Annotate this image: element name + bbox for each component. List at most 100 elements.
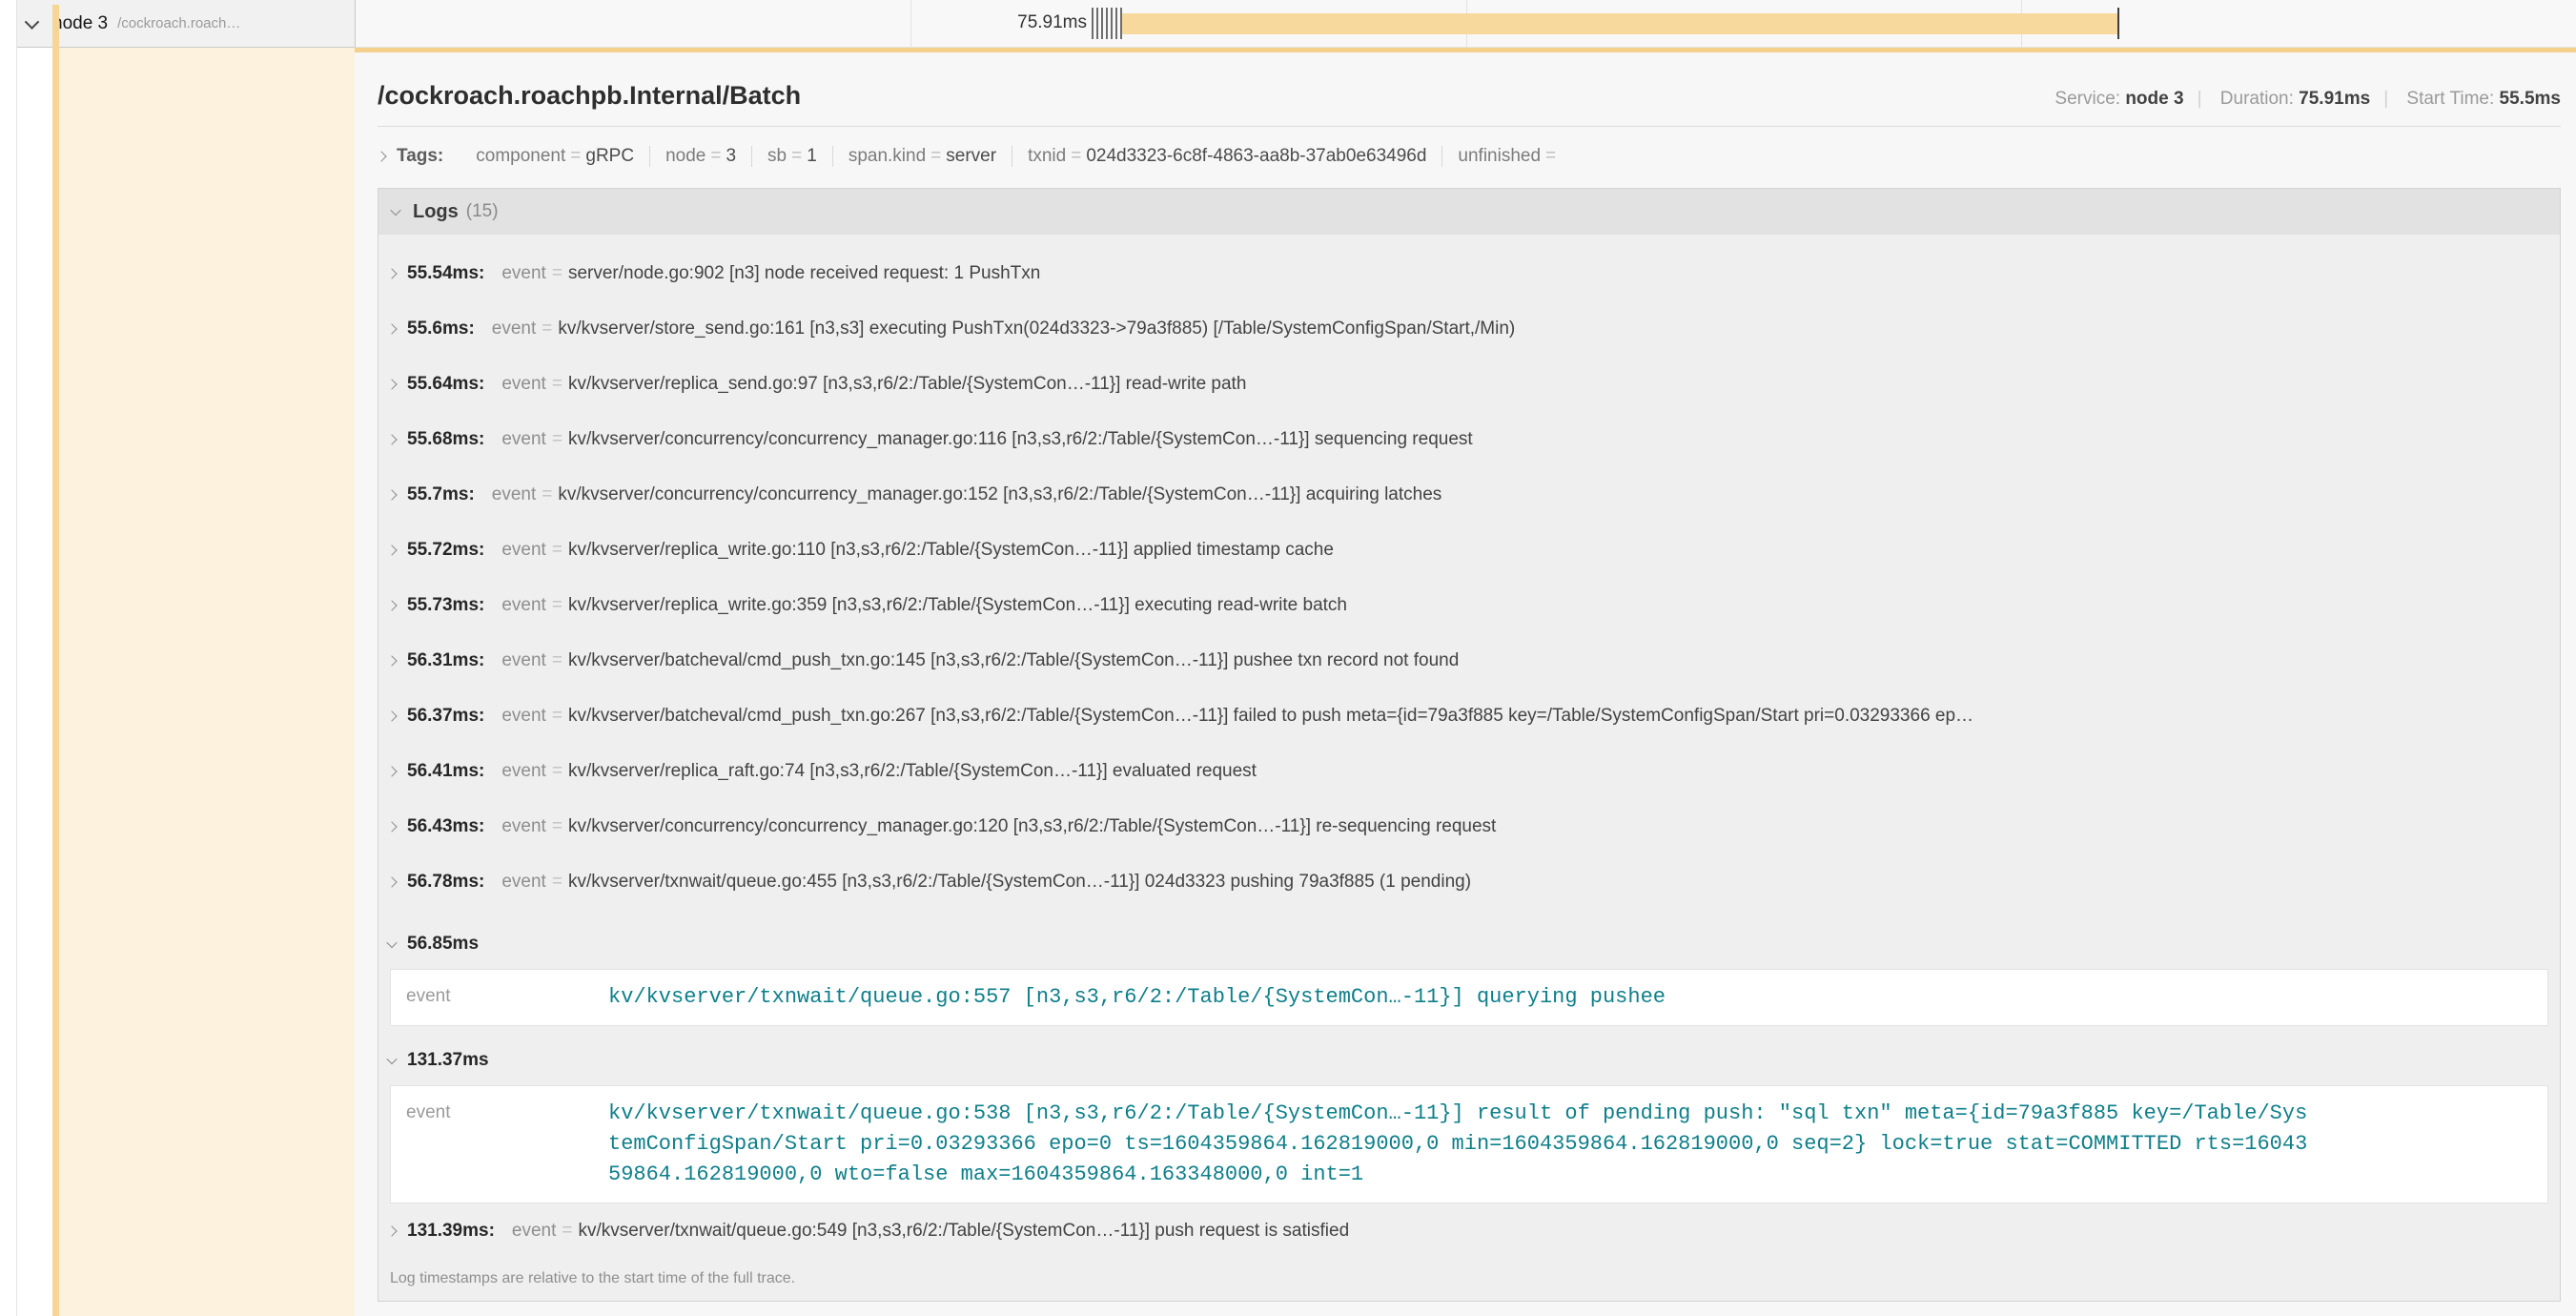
timeline-gridline-25 [910, 0, 911, 47]
log-chevron-right-icon[interactable] [386, 655, 397, 666]
log-chevron-right-icon[interactable] [386, 876, 397, 887]
equals-sign: = [710, 146, 721, 167]
logs-accordion-header[interactable]: Logs (15) [378, 189, 2560, 235]
duration-label: Duration: [2220, 89, 2294, 109]
log-detail-card: event kv/kvserver/txnwait/queue.go:557 [… [390, 969, 2548, 1026]
equals-sign: = [1545, 146, 1556, 167]
equals-sign: = [552, 650, 562, 671]
tag-key: component [476, 146, 565, 167]
log-timestamp: 55.7ms: [407, 484, 475, 505]
service-label: Service: [2055, 89, 2120, 109]
logs-footer-note: Log timestamps are relative to the start… [378, 1259, 2560, 1301]
log-row[interactable]: 56.78ms: event = kv/kvserver/txnwait/que… [378, 854, 2560, 910]
tag-value: gRPC [585, 146, 634, 167]
collapse-span-chevron-down-icon[interactable] [25, 14, 40, 30]
log-row[interactable]: 55.72ms: event = kv/kvserver/replica_wri… [378, 523, 2560, 578]
tag-key: node [665, 146, 705, 167]
tags-chevron-right-icon[interactable] [376, 151, 386, 161]
equals-sign: = [791, 146, 802, 167]
log-field-value: kv/kvserver/txnwait/queue.go:557 [n3,s3,… [608, 982, 1666, 1013]
log-field-value: kv/kvserver/replica_write.go:110 [n3,s3,… [568, 540, 2546, 561]
log-row[interactable]: 56.37ms: event = kv/kvserver/batcheval/c… [378, 689, 2560, 744]
log-chevron-right-icon[interactable] [386, 766, 397, 776]
log-chevron-down-icon[interactable] [386, 937, 397, 948]
logs-count: (15) [466, 201, 499, 222]
equals-sign: = [552, 540, 562, 561]
tag-key: txnid [1028, 146, 1066, 167]
log-field-value: kv/kvserver/replica_send.go:97 [n3,s3,r6… [568, 374, 2546, 395]
log-chevron-right-icon[interactable] [386, 710, 397, 721]
overview-separator: | [2383, 89, 2388, 109]
log-chevron-down-icon[interactable] [386, 1054, 397, 1064]
log-field-value: kv/kvserver/replica_write.go:359 [n3,s3,… [568, 595, 2546, 616]
log-row[interactable]: 56.41ms: event = kv/kvserver/replica_raf… [378, 744, 2560, 799]
log-chevron-right-icon[interactable] [386, 434, 397, 444]
log-row[interactable]: 56.43ms: event = kv/kvserver/concurrency… [378, 799, 2560, 854]
tag-key: sb [767, 146, 787, 167]
log-timestamp: 55.73ms: [407, 595, 484, 616]
overview-separator: | [2198, 89, 2202, 109]
log-field-value: kv/kvserver/txnwait/queue.go:455 [n3,s3,… [568, 872, 2546, 893]
log-field-key: event [406, 1099, 608, 1190]
log-chevron-right-icon[interactable] [386, 268, 397, 278]
log-field-value: kv/kvserver/concurrency/concurrency_mana… [568, 816, 2546, 837]
tag-sb: sb = 1 [751, 146, 832, 167]
span-timeline-cell[interactable]: 75.91ms [355, 0, 2576, 48]
equals-sign: = [562, 1221, 572, 1242]
log-chevron-right-icon[interactable] [386, 821, 397, 832]
tag-key: span.kind [848, 146, 926, 167]
log-field-key: event [406, 982, 608, 1013]
log-row[interactable]: 55.7ms: event = kv/kvserver/concurrency/… [378, 467, 2560, 523]
log-timestamp: 55.72ms: [407, 540, 484, 561]
tag-node: node = 3 [649, 146, 751, 167]
tag-value: 1 [807, 146, 817, 167]
log-timestamp: 131.39ms: [407, 1221, 495, 1242]
span-operation-name[interactable]: /cockroach.roach… [117, 15, 240, 31]
log-row[interactable]: 56.31ms: event = kv/kvserver/batcheval/c… [378, 633, 2560, 689]
log-row[interactable]: 131.39ms: event = kv/kvserver/txnwait/qu… [378, 1203, 2560, 1259]
logs-accordion: Logs (15) 55.54ms: event = server/node.g… [378, 188, 2561, 1302]
tag-list: component = gRPC node = 3 sb = 1 span.ki… [460, 146, 1576, 167]
tag-span-kind: span.kind = server [832, 146, 1012, 167]
log-row-expanded-header[interactable]: 131.37ms [378, 1038, 2560, 1083]
log-field-key: event [501, 595, 545, 616]
log-timestamp: 56.43ms: [407, 816, 484, 837]
log-chevron-right-icon[interactable] [386, 489, 397, 500]
logs-chevron-down-icon[interactable] [390, 205, 400, 216]
log-row[interactable]: 55.73ms: event = kv/kvserver/replica_wri… [378, 578, 2560, 633]
log-chevron-right-icon[interactable] [386, 545, 397, 555]
log-timestamp: 55.54ms: [407, 263, 484, 284]
log-chevron-right-icon[interactable] [386, 323, 397, 334]
log-row[interactable]: 55.64ms: event = kv/kvserver/replica_sen… [378, 357, 2560, 412]
span-name-cell[interactable]: node 3 /cockroach.roach… [17, 0, 355, 48]
log-chevron-right-icon[interactable] [386, 600, 397, 610]
log-row-expanded-header[interactable]: 56.85ms [378, 921, 2560, 967]
equals-sign: = [552, 761, 562, 782]
log-chevron-right-icon[interactable] [386, 1225, 397, 1236]
log-field-value: kv/kvserver/replica_raft.go:74 [n3,s3,r6… [568, 761, 2546, 782]
log-timestamp: 56.31ms: [407, 650, 484, 671]
span-service-name[interactable]: node 3 [52, 13, 108, 34]
span-duration-label: 75.91ms [1017, 12, 1087, 33]
span-duration-bar[interactable] [1122, 13, 2117, 34]
start-time-value: 55.5ms [2500, 89, 2561, 109]
log-field-key: event [492, 319, 536, 339]
equals-sign: = [542, 319, 552, 339]
log-row[interactable]: 55.68ms: event = kv/kvserver/concurrency… [378, 412, 2560, 467]
log-row[interactable]: 55.6ms: event = kv/kvserver/store_send.g… [378, 301, 2560, 357]
span-detail-panel: /cockroach.roachpb.Internal/Batch Servic… [355, 48, 2576, 1316]
equals-sign: = [552, 706, 562, 727]
log-row[interactable]: 55.54ms: event = server/node.go:902 [n3]… [378, 246, 2560, 301]
log-chevron-right-icon[interactable] [386, 379, 397, 389]
log-timestamp: 55.68ms: [407, 429, 484, 450]
log-field-value: kv/kvserver/batcheval/cmd_push_txn.go:14… [568, 650, 2546, 671]
tag-txnid: txnid = 024d3323-6c8f-4863-aa8b-37ab0e63… [1012, 146, 1441, 167]
log-timestamp: 131.37ms [407, 1050, 489, 1071]
span-title: /cockroach.roachpb.Internal/Batch [378, 81, 801, 111]
log-field-value: kv/kvserver/txnwait/queue.go:549 [n3,s3,… [579, 1221, 2547, 1242]
equals-sign: = [552, 872, 562, 893]
tags-accordion-header[interactable]: Tags: component = gRPC node = 3 sb = 1 [378, 140, 2561, 173]
span-detail-header: /cockroach.roachpb.Internal/Batch Servic… [378, 81, 2561, 111]
log-tick-end [2117, 8, 2119, 39]
tag-unfinished: unfinished = [1441, 146, 1576, 167]
